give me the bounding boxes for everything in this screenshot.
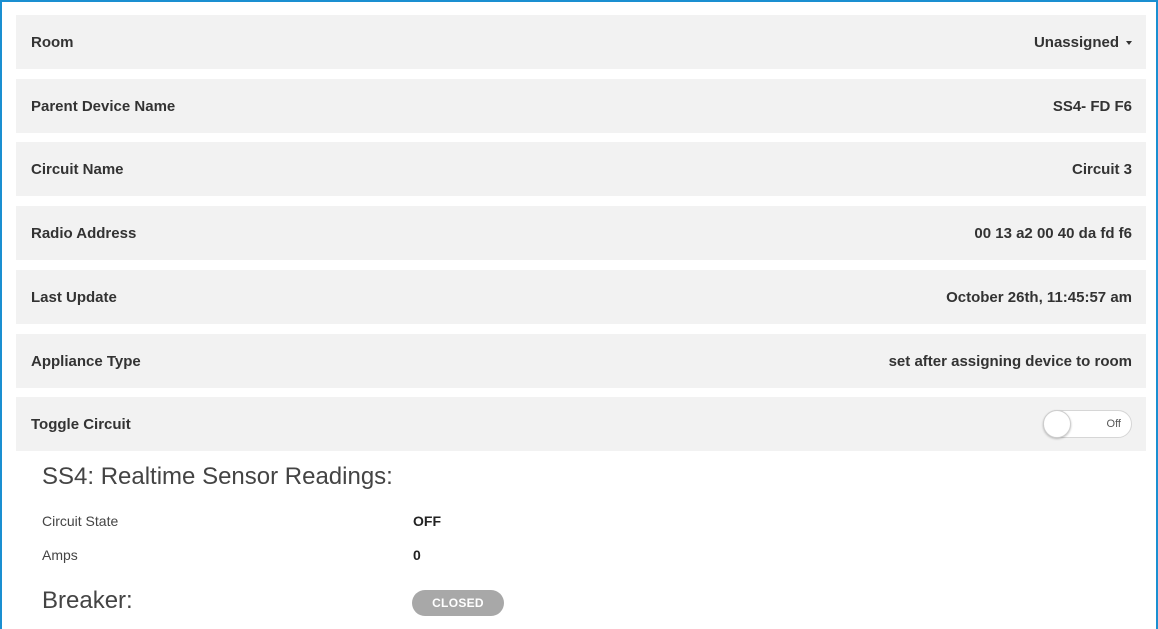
radio-address-value: 00 13 a2 00 40 da fd f6 [974,224,1132,242]
circuit-state-value: OFF [413,513,441,529]
circuit-state-label: Circuit State [42,513,119,529]
room-dropdown[interactable]: Unassigned [1034,34,1132,51]
toggle-circuit-label: Toggle Circuit [31,415,131,433]
parent-device-name-label: Parent Device Name [31,97,176,115]
realtime-readings-heading: SS4: Realtime Sensor Readings: [42,463,393,490]
breaker-heading: Breaker: [42,587,133,614]
toggle-circuit-row: Toggle Circuit Off [16,397,1146,451]
device-panel: Room Unassigned Parent Device Name SS4- … [0,0,1158,629]
radio-address-label: Radio Address [31,224,137,242]
circuit-toggle-switch[interactable]: Off [1043,410,1132,438]
last-update-row: Last Update October 26th, 11:45:57 am [16,270,1146,324]
toggle-state-label: Off [1106,418,1121,430]
radio-address-row: Radio Address 00 13 a2 00 40 da fd f6 [16,206,1146,260]
appliance-type-label: Appliance Type [31,352,141,370]
amps-label: Amps [42,547,78,563]
room-row: Room Unassigned [16,15,1146,69]
toggle-knob[interactable] [1043,410,1071,438]
breaker-status-badge: CLOSED [412,590,504,616]
last-update-label: Last Update [31,288,117,306]
circuit-name-value: Circuit 3 [1071,160,1132,178]
parent-device-name-value: SS4- FD F6 [1052,97,1132,115]
appliance-type-row: Appliance Type set after assigning devic… [16,334,1146,388]
parent-device-name-row: Parent Device Name SS4- FD F6 [16,79,1146,133]
circuit-name-row: Circuit Name Circuit 3 [16,142,1146,196]
circuit-name-label: Circuit Name [31,160,124,178]
appliance-type-value: set after assigning device to room [888,352,1132,370]
room-value[interactable]: Unassigned [1034,34,1119,51]
caret-down-icon[interactable] [1126,41,1132,45]
room-label: Room [31,33,74,51]
last-update-value: October 26th, 11:45:57 am [946,288,1132,306]
amps-value: 0 [413,547,421,563]
